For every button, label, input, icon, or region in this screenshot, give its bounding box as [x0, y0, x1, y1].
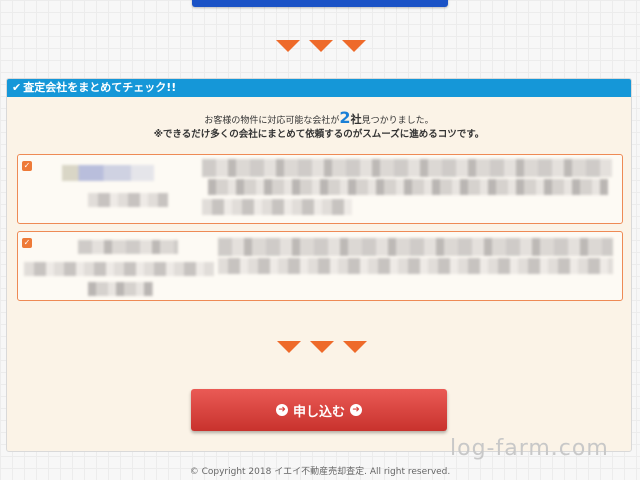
arrow-down-icon: [343, 341, 367, 353]
apply-button[interactable]: ➜ 申し込む ➜: [191, 389, 447, 431]
company-details: [218, 258, 613, 274]
company-details: [208, 179, 608, 195]
arrow-down-icon: [309, 40, 333, 52]
arrow-right-circle-icon: ➜: [275, 404, 288, 416]
watermark: log-farm.com: [450, 436, 609, 461]
company-details: [218, 238, 613, 256]
result-summary: お客様の物件に対応可能な会社が2社見つかりました。 ※できるだけ多くの会社にまと…: [7, 108, 631, 142]
down-arrows-top: [276, 40, 366, 56]
down-arrows-bottom: [277, 341, 367, 357]
panel-title: 査定会社をまとめてチェック!!: [23, 81, 177, 94]
arrow-down-icon: [310, 341, 334, 353]
company-checkbox[interactable]: ✓: [22, 161, 32, 171]
company-logo: [78, 240, 178, 254]
arrow-down-icon: [342, 40, 366, 52]
arrow-down-icon: [276, 40, 300, 52]
previous-step-button[interactable]: [192, 0, 448, 7]
company-name: [24, 262, 214, 276]
company-card[interactable]: ✓: [17, 231, 623, 301]
company-count: 2: [339, 108, 351, 127]
apply-button-label: 申し込む: [292, 404, 345, 420]
copyright-text: © Copyright 2018 イエイ不動産売却査定. All right r…: [189, 467, 451, 477]
tip-text: ※できるだけ多くの会社にまとめて依頼するのがスムーズに進めるコツです。: [153, 129, 485, 140]
company-name: [88, 193, 168, 207]
company-card[interactable]: ✓: [17, 154, 623, 224]
company-logo: [62, 165, 154, 181]
company-details: [202, 199, 352, 215]
check-icon: ✔: [12, 81, 22, 94]
company-checkbox[interactable]: ✓: [22, 238, 32, 248]
panel-header: ✔ 査定会社をまとめてチェック!!: [7, 79, 631, 97]
arrow-right-circle-icon: ➜: [350, 404, 362, 416]
company-check-panel: ✔ 査定会社をまとめてチェック!! お客様の物件に対応可能な会社が2社見つかりまし…: [6, 78, 632, 452]
result-line: お客様の物件に対応可能な会社が2社見つかりました。: [204, 108, 434, 127]
arrow-down-icon: [277, 341, 301, 353]
company-name: [88, 282, 153, 296]
company-details: [202, 159, 612, 177]
